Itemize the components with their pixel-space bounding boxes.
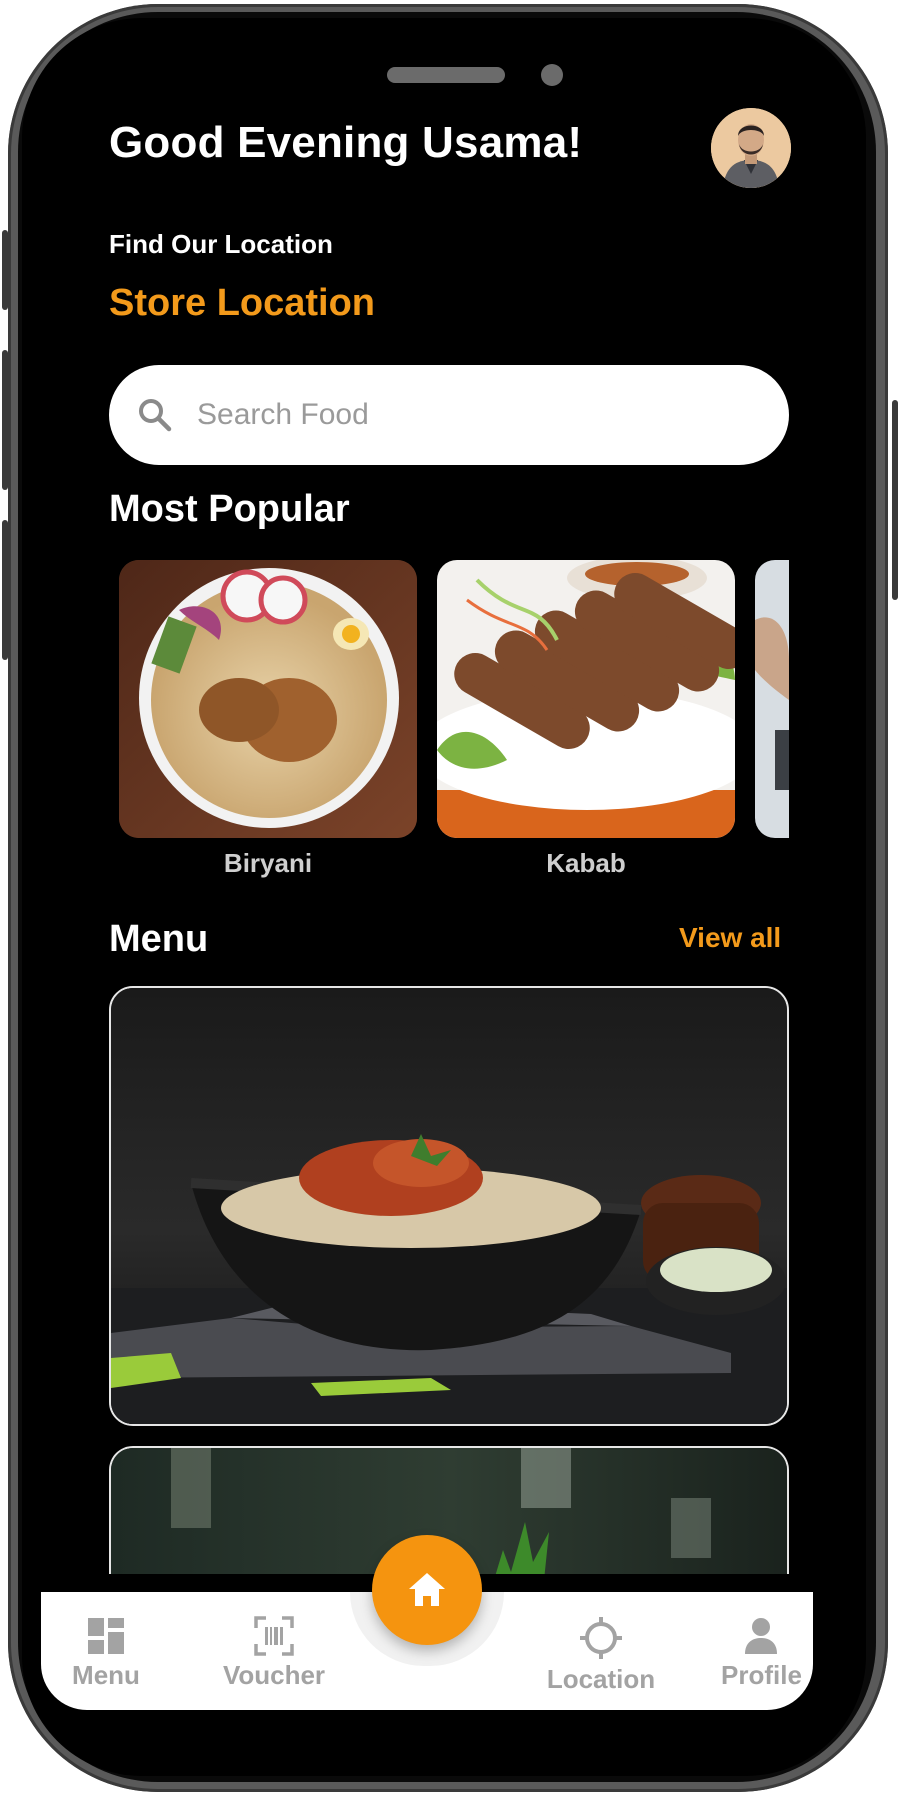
home-button[interactable] [372,1535,482,1645]
popular-item-label: Kabab [546,848,626,878]
nav-item-menu[interactable]: Menu [66,1616,146,1691]
search-bar[interactable]: Search Food [109,365,789,465]
kabab-image [437,560,735,838]
phone-side-button [2,520,8,660]
phone-side-button [892,400,898,600]
search-input[interactable]: Search Food [197,398,369,432]
speaker-notch [387,67,505,83]
nav-item-voucher[interactable]: Voucher [219,1616,329,1691]
phone-side-button [2,230,8,310]
nav-item-profile[interactable]: Profile [721,1616,802,1691]
popular-item-biryani[interactable] [119,560,417,838]
popular-item-partial[interactable] [755,560,789,838]
popular-item-kabab[interactable] [437,560,735,838]
menu-card-image [111,988,787,1424]
menu-title: Menu [109,918,209,960]
home-icon [409,1573,445,1606]
view-all-link[interactable]: View all [679,922,781,954]
find-location-label: Find Our Location [109,229,333,259]
menu-card[interactable] [109,986,789,1426]
front-camera [541,64,563,86]
popular-item-label: Biryani [223,848,313,878]
nav-item-location[interactable]: Location [546,1616,656,1695]
crosshair-icon [580,1617,622,1659]
greeting-title: Good Evening Usama! [109,118,583,167]
store-location-link[interactable]: Store Location [109,282,375,325]
phone-side-button [2,350,8,490]
search-icon [139,399,172,432]
food-image-partial [755,560,789,838]
person-icon [745,1618,777,1654]
nav-item-label: Voucher [222,1660,326,1690]
avatar[interactable] [711,108,791,188]
nav-item-label: Profile [721,1660,802,1690]
grid-icon [88,1618,124,1654]
avatar-image [711,108,791,188]
nav-item-label: Menu [72,1660,140,1690]
biryani-image [119,560,417,838]
barcode-scan-icon [254,1616,294,1656]
most-popular-title: Most Popular [109,488,350,530]
nav-item-label: Location [546,1664,656,1694]
app-screen: Good Evening Usama! Find Our Location St… [22,18,866,1776]
